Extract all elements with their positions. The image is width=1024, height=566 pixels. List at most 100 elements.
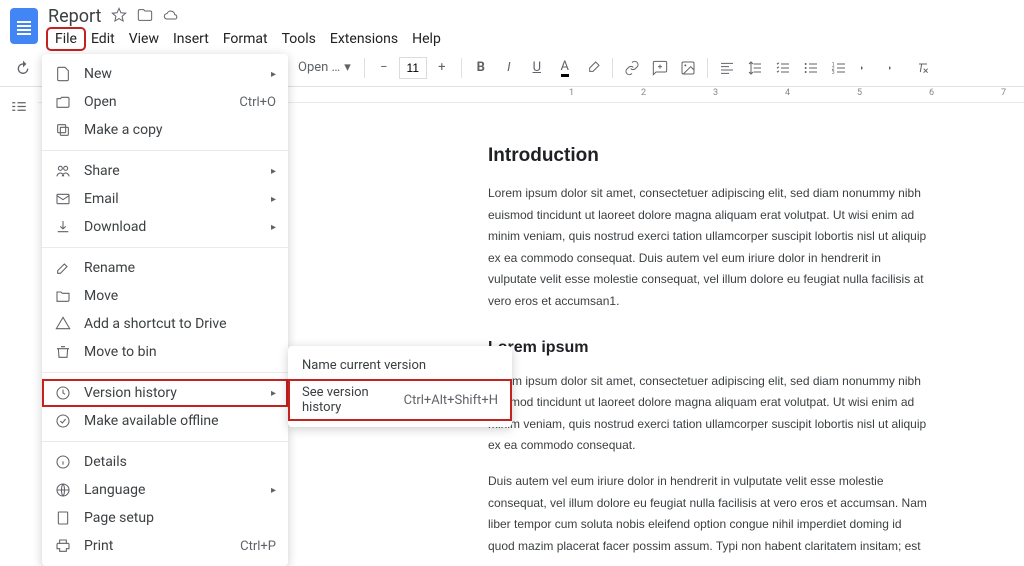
offline-icon xyxy=(54,412,72,430)
drive-shortcut-icon xyxy=(54,315,72,333)
menu-divider xyxy=(42,247,288,248)
chevron-right-icon: ▸ xyxy=(271,388,276,399)
paragraph-1: Lorem ipsum dolor sit amet, consectetuer… xyxy=(488,183,928,313)
bold-button[interactable]: B xyxy=(468,55,494,81)
menu-item-offline[interactable]: Make available offline xyxy=(42,407,288,435)
menu-item-make-copy[interactable]: Make a copy xyxy=(42,116,288,144)
menu-file[interactable]: File xyxy=(48,29,84,49)
version-history-submenu: Name current version See version history… xyxy=(288,346,512,427)
chevron-right-icon: ▸ xyxy=(271,485,276,496)
heading-lorem: Lorem ipsum xyxy=(488,339,928,357)
text-color-button[interactable]: A xyxy=(552,55,578,81)
menu-item-version-history[interactable]: Version history ▸ xyxy=(42,379,288,407)
email-icon xyxy=(54,190,72,208)
title-icons xyxy=(111,7,179,27)
menubar: File Edit View Insert Format Tools Exten… xyxy=(48,29,448,49)
svg-text:3: 3 xyxy=(831,70,834,76)
insert-link-button[interactable] xyxy=(619,55,645,81)
menu-item-page-setup[interactable]: Page setup xyxy=(42,504,288,532)
highlight-button[interactable] xyxy=(580,55,606,81)
title-row: Report xyxy=(48,6,448,27)
font-family-dropdown[interactable]: Open … ▾ xyxy=(291,55,358,81)
add-comment-button[interactable] xyxy=(647,55,673,81)
submenu-name-current[interactable]: Name current version xyxy=(288,352,512,379)
menu-divider xyxy=(42,441,288,442)
menu-item-details[interactable]: Details xyxy=(42,448,288,476)
info-icon xyxy=(54,453,72,471)
paragraph-3: Duis autem vel eum iriure dolor in hendr… xyxy=(488,471,928,554)
menu-format[interactable]: Format xyxy=(216,29,275,49)
menu-item-share[interactable]: Share ▸ xyxy=(42,157,288,185)
chevron-right-icon: ▸ xyxy=(271,194,276,205)
menu-item-print[interactable]: Print Ctrl+P xyxy=(42,532,288,560)
bulleted-list-button[interactable] xyxy=(798,55,824,81)
document-icon xyxy=(54,65,72,83)
menu-item-new[interactable]: New ▸ xyxy=(42,60,288,88)
menu-tools[interactable]: Tools xyxy=(275,29,323,49)
menu-item-open[interactable]: Open Ctrl+O xyxy=(42,88,288,116)
menu-extensions[interactable]: Extensions xyxy=(323,29,405,49)
separator xyxy=(364,58,365,78)
submenu-see-history[interactable]: See version history Ctrl+Alt+Shift+H xyxy=(288,379,512,421)
undo-area xyxy=(10,55,36,81)
menu-item-add-shortcut[interactable]: Add a shortcut to Drive xyxy=(42,310,288,338)
move-folder-icon[interactable] xyxy=(137,7,153,27)
document-title[interactable]: Report xyxy=(48,6,101,27)
align-button[interactable] xyxy=(714,55,740,81)
file-menu-dropdown: New ▸ Open Ctrl+O Make a copy Share ▸ Em… xyxy=(42,54,288,566)
chevron-right-icon: ▸ xyxy=(271,222,276,233)
menu-item-language[interactable]: Language ▸ xyxy=(42,476,288,504)
globe-icon xyxy=(54,481,72,499)
share-icon xyxy=(54,162,72,180)
menu-divider xyxy=(42,372,288,373)
font-size-input[interactable] xyxy=(399,57,427,79)
chevron-right-icon: ▸ xyxy=(271,166,276,177)
decrease-indent-button[interactable] xyxy=(854,55,880,81)
cloud-status-icon[interactable] xyxy=(163,7,179,27)
paragraph-2: Lorem ipsum dolor sit amet, consectetuer… xyxy=(488,371,928,457)
separator xyxy=(612,58,613,78)
insert-image-button[interactable] xyxy=(675,55,701,81)
outline-toggle-icon[interactable] xyxy=(6,95,32,121)
increase-font-button[interactable]: + xyxy=(429,55,455,81)
header: Report File Edit View Insert Format Tool… xyxy=(0,0,1024,49)
menu-insert[interactable]: Insert xyxy=(166,29,216,49)
page-setup-icon xyxy=(54,509,72,527)
menu-item-download[interactable]: Download ▸ xyxy=(42,213,288,241)
menu-view[interactable]: View xyxy=(122,29,166,49)
line-spacing-button[interactable] xyxy=(742,55,768,81)
docs-logo-icon[interactable] xyxy=(10,8,38,44)
menu-item-email[interactable]: Email ▸ xyxy=(42,185,288,213)
document-page[interactable]: Introduction Lorem ipsum dolor sit amet,… xyxy=(428,115,988,554)
print-icon xyxy=(54,537,72,555)
increase-indent-button[interactable] xyxy=(882,55,908,81)
star-icon[interactable] xyxy=(111,7,127,27)
menu-help[interactable]: Help xyxy=(405,29,448,49)
download-icon xyxy=(54,218,72,236)
numbered-list-button[interactable]: 123 xyxy=(826,55,852,81)
rename-icon xyxy=(54,259,72,277)
decrease-font-button[interactable]: − xyxy=(371,55,397,81)
checklist-button[interactable] xyxy=(770,55,796,81)
history-icon xyxy=(54,384,72,402)
copy-icon xyxy=(54,121,72,139)
menu-edit[interactable]: Edit xyxy=(84,29,122,49)
font-size-box: − + xyxy=(371,55,455,81)
menu-divider xyxy=(42,150,288,151)
italic-button[interactable]: I xyxy=(496,55,522,81)
separator xyxy=(461,58,462,78)
separator xyxy=(707,58,708,78)
menu-item-move-bin[interactable]: Move to bin xyxy=(42,338,288,366)
menu-item-rename[interactable]: Rename xyxy=(42,254,288,282)
chevron-right-icon: ▸ xyxy=(271,69,276,80)
underline-button[interactable]: U xyxy=(524,55,550,81)
font-family-label: Open … xyxy=(298,60,340,75)
folder-open-icon xyxy=(54,93,72,111)
menu-item-move[interactable]: Move xyxy=(42,282,288,310)
move-icon xyxy=(54,287,72,305)
undo-button[interactable] xyxy=(10,55,36,81)
heading-introduction: Introduction xyxy=(488,145,928,167)
trash-icon xyxy=(54,343,72,361)
chevron-down-icon: ▾ xyxy=(344,60,351,75)
clear-formatting-button[interactable] xyxy=(910,55,936,81)
